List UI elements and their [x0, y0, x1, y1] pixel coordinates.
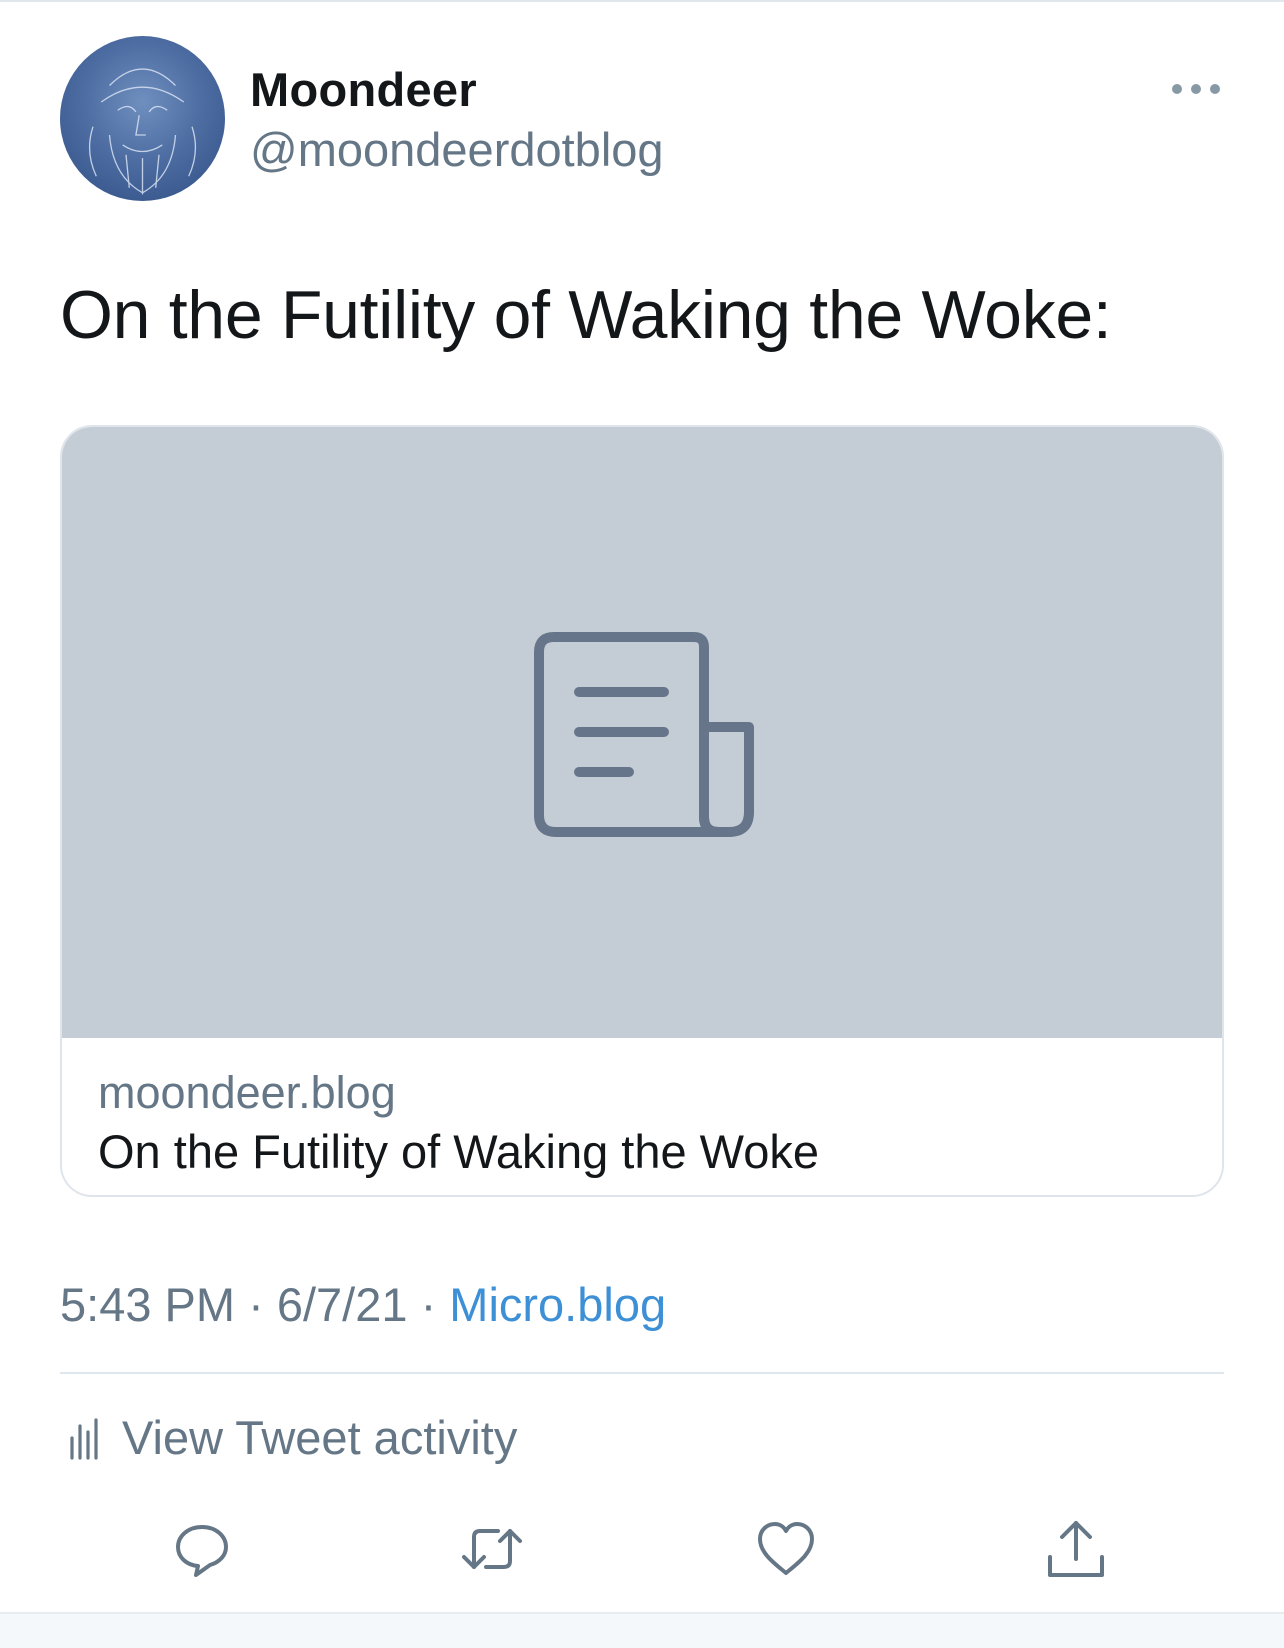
- retweet-icon: [462, 1529, 522, 1569]
- reply-button[interactable]: [170, 1517, 234, 1581]
- tweet-time: 5:43 PM: [60, 1278, 236, 1331]
- top-separator: [0, 0, 1284, 2]
- divider: [60, 1372, 1224, 1374]
- share-icon: [1048, 1521, 1104, 1577]
- user-handle[interactable]: @moondeerdotblog: [250, 122, 664, 177]
- retweet-button[interactable]: [460, 1517, 524, 1581]
- avatar-image: [88, 68, 197, 195]
- more-options-button[interactable]: [1172, 76, 1220, 102]
- more-dot: [1210, 84, 1220, 94]
- card-title: On the Futility of Waking the Woke: [98, 1125, 819, 1178]
- tweet-meta: 5:43 PM · 6/7/21 · Micro.blog: [60, 1277, 666, 1332]
- article-icon: [534, 632, 754, 837]
- meta-separator: ·: [407, 1278, 450, 1331]
- link-card[interactable]: moondeer.blog On the Futility of Waking …: [60, 425, 1224, 1197]
- display-name[interactable]: Moondeer: [250, 62, 477, 117]
- view-tweet-activity-label: View Tweet activity: [122, 1411, 518, 1464]
- card-domain: moondeer.blog: [98, 1067, 396, 1118]
- avatar[interactable]: [60, 36, 225, 201]
- like-button[interactable]: [754, 1517, 818, 1581]
- reply-icon: [176, 1525, 228, 1577]
- tweet-source-link[interactable]: Micro.blog: [449, 1278, 666, 1331]
- tweet-text: On the Futility of Waking the Woke:: [60, 277, 1112, 353]
- card-media: [62, 427, 1222, 1038]
- bottom-bar: [0, 1612, 1284, 1648]
- share-button[interactable]: [1044, 1517, 1108, 1581]
- like-icon: [758, 1522, 814, 1575]
- more-dot: [1172, 84, 1182, 94]
- view-tweet-activity-button[interactable]: View Tweet activity: [68, 1410, 517, 1465]
- analytics-icon: [70, 1417, 98, 1460]
- more-dot: [1191, 84, 1201, 94]
- meta-separator: ·: [235, 1278, 277, 1331]
- tweet-date: 6/7/21: [276, 1278, 408, 1331]
